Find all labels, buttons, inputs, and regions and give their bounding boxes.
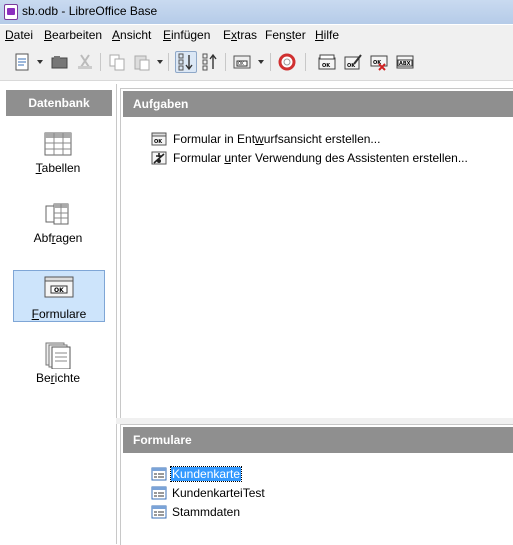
nav-item-reports[interactable]: Berichte <box>13 341 103 391</box>
toolbar-separator <box>168 53 169 71</box>
nav-item-queries[interactable]: Abfragen <box>13 201 103 251</box>
forms-panel: Formulare Kundenkarte KundenkarteiTest S… <box>120 424 513 545</box>
form-document-icon <box>151 505 167 519</box>
svg-text:OK: OK <box>322 63 331 69</box>
open-icon[interactable] <box>50 52 70 72</box>
menu-ansicht[interactable]: Ansicht <box>112 28 151 42</box>
database-panel: Datenbank Tabellen Abfragen OK Formulare… <box>0 84 117 544</box>
svg-text:ABX: ABX <box>399 61 411 67</box>
database-panel-header: Datenbank <box>6 90 112 116</box>
nav-item-tables[interactable]: Tabellen <box>13 131 103 181</box>
menu-fenster[interactable]: Fenster <box>265 28 306 42</box>
tables-icon <box>43 131 73 159</box>
new-document-icon[interactable] <box>12 52 32 72</box>
open-db-object-icon[interactable]: OK <box>317 52 337 72</box>
nav-item-reports-label: Berichte <box>35 371 81 385</box>
rename-icon[interactable]: ABX <box>395 52 415 72</box>
nav-item-tables-label: Tabellen <box>35 161 81 175</box>
svg-text:OK: OK <box>238 61 244 66</box>
forms-panel-header: Formulare <box>123 427 513 453</box>
menu-bearbeiten[interactable]: Bearbeiten <box>44 28 102 42</box>
svg-text:OK: OK <box>154 139 163 145</box>
form-icon[interactable]: OK <box>232 52 252 72</box>
form-dropdown-arrow[interactable] <box>258 60 264 64</box>
menu-bar: Datei Bearbeiten Ansicht Einfügen Extras… <box>0 25 513 45</box>
nav-item-forms[interactable]: OK Formulare <box>13 270 105 322</box>
toolbar-separator <box>270 53 271 71</box>
toolbar-separator <box>100 53 101 71</box>
libreoffice-base-icon <box>4 4 18 20</box>
tasks-panel: Aufgaben OK Formular in Entwurfsansicht … <box>120 88 513 418</box>
sort-ascending-icon[interactable] <box>200 52 220 72</box>
tasks-panel-header: Aufgaben <box>123 91 513 117</box>
form-document-icon <box>151 486 167 500</box>
menu-einfuegen[interactable]: Einfügen <box>163 28 210 42</box>
forms-icon: OK <box>44 274 74 302</box>
help-icon[interactable] <box>277 52 297 72</box>
menu-hilfe[interactable]: Hilfe <box>315 28 339 42</box>
reports-icon <box>43 341 73 370</box>
title-bar: sb.odb - LibreOffice Base <box>0 0 513 24</box>
copy-icon[interactable] <box>107 52 127 72</box>
menu-datei[interactable]: Datei <box>5 28 33 42</box>
toolbar-separator <box>225 53 226 71</box>
menu-extras[interactable]: Extras <box>223 28 257 42</box>
paste-dropdown-arrow[interactable] <box>157 60 163 64</box>
nav-item-queries-label: Abfragen <box>33 231 83 245</box>
form-document-icon <box>151 467 167 481</box>
nav-item-forms-label: Formulare <box>31 307 87 321</box>
form-design-icon: OK <box>151 131 167 147</box>
toolbar-separator <box>305 53 306 71</box>
delete-icon[interactable]: OK <box>369 52 389 72</box>
window-title: sb.odb - LibreOffice Base <box>22 4 158 18</box>
print-icon[interactable] <box>75 52 95 72</box>
new-dropdown-arrow[interactable] <box>37 60 43 64</box>
wizard-icon <box>151 150 167 166</box>
standard-toolbar: OK OK OK OK ABX <box>0 45 513 81</box>
queries-icon <box>43 201 73 229</box>
svg-text:OK: OK <box>54 287 64 294</box>
paste-icon[interactable] <box>132 52 152 72</box>
edit-icon[interactable]: OK <box>343 52 363 72</box>
sort-descending-icon[interactable] <box>175 51 197 73</box>
